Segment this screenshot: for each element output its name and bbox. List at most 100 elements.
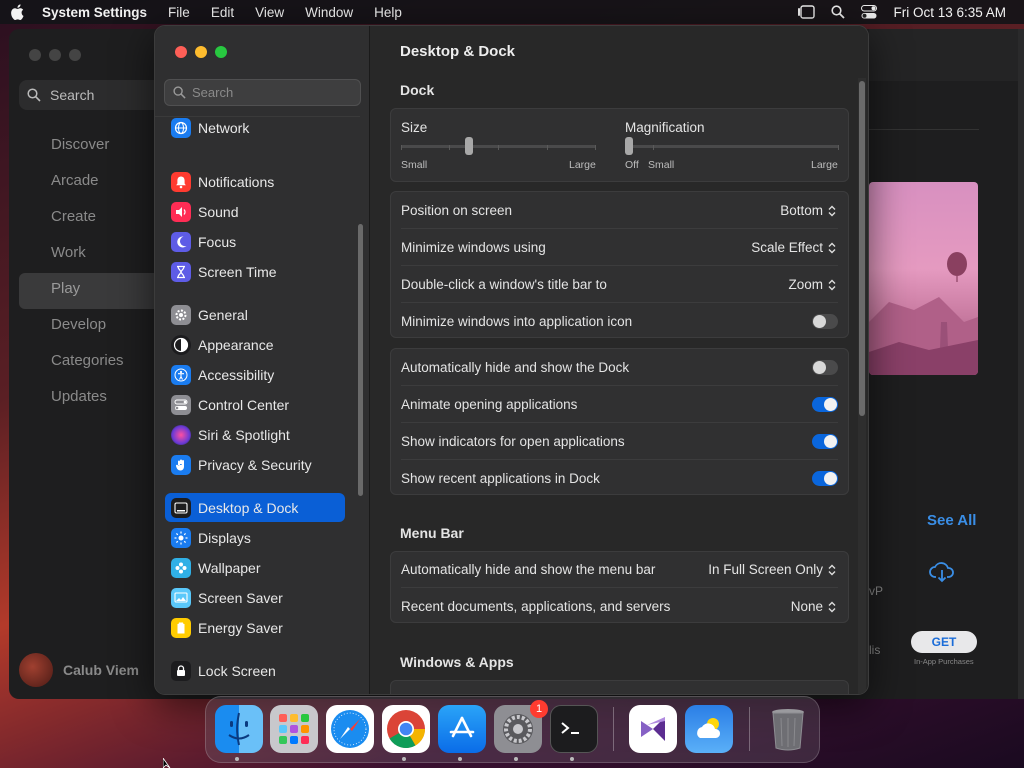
sidebar-item-siri-spotlight[interactable]: Siri & Spotlight (165, 420, 345, 449)
system-settings-icon[interactable]: 1 (494, 700, 548, 753)
control-center-icon[interactable] (861, 5, 878, 19)
content-scrollbar[interactable] (859, 81, 865, 416)
menu-view[interactable]: View (255, 5, 284, 20)
bell-icon (171, 171, 191, 192)
app-store-nav-develop[interactable]: Develop (19, 309, 169, 345)
sidebar-item-label: Displays (198, 529, 251, 546)
app-store-nav-discover[interactable]: Discover (19, 129, 169, 165)
running-indicator (402, 757, 406, 761)
sidebar-item-label: Lock Screen (198, 662, 276, 679)
sidebar-item-label: Privacy & Security (198, 456, 312, 473)
auto-hide-menu-bar-popup[interactable]: In Full Screen Only (708, 562, 836, 577)
trash-icon[interactable] (764, 705, 812, 753)
menu-file[interactable]: File (168, 5, 190, 20)
chrome-icon[interactable] (382, 705, 430, 753)
dock-toggles-group: Automatically hide and show the Dock Ani… (390, 348, 849, 495)
weather-icon[interactable] (685, 705, 733, 753)
menu-window[interactable]: Window (305, 5, 353, 20)
close-button[interactable] (175, 46, 187, 58)
sidebar-item-general[interactable]: General (165, 300, 345, 329)
sidebar-scrollbar[interactable] (358, 224, 363, 496)
sidebar-item-wallpaper[interactable]: Wallpaper (165, 553, 345, 582)
balloon-landscape-image (869, 252, 978, 375)
popup-value: Scale Effect (751, 240, 823, 255)
settings-content: Desktop & Dock Dock Size Small Large Mag… (370, 26, 868, 694)
notification-badge: 1 (530, 700, 548, 718)
sidebar-search-input[interactable] (192, 85, 352, 100)
sidebar-item-screen-time[interactable]: Screen Time (165, 257, 345, 286)
spotlight-search-icon[interactable] (831, 5, 846, 19)
chevron-up-down-icon (828, 205, 836, 216)
sidebar-item-network[interactable]: Network (165, 117, 345, 142)
animate-opening-toggle[interactable] (812, 397, 838, 412)
truncated-app-name: vP (869, 584, 884, 598)
sidebar-item-sound[interactable]: Sound (165, 197, 345, 226)
size-slider-thumb[interactable] (465, 137, 474, 155)
row-label: Animate opening applications (401, 397, 578, 412)
double-click-popup[interactable]: Zoom (788, 277, 836, 292)
menu-edit[interactable]: Edit (211, 5, 234, 20)
sidebar-item-desktop-dock[interactable]: Desktop & Dock (165, 493, 345, 522)
menu-bar-group: Automatically hide and show the menu bar… (390, 551, 849, 623)
cloud-download-icon[interactable] (929, 561, 955, 583)
zoom-button[interactable] (215, 46, 227, 58)
recent-documents-row: Recent documents, applications, and serv… (391, 588, 848, 625)
launchpad-icon[interactable] (270, 705, 318, 753)
app-store-icon[interactable] (438, 705, 486, 753)
recent-documents-popup[interactable]: None (791, 599, 836, 614)
safari-icon[interactable] (326, 705, 374, 753)
magnification-slider-track[interactable] (625, 145, 839, 148)
sidebar-item-appearance[interactable]: Appearance (165, 330, 345, 359)
get-button[interactable]: GET (911, 631, 977, 653)
system-settings-window: Network Notifications Sound Focus Screen… (154, 25, 869, 695)
visual-studio-icon[interactable] (629, 705, 677, 753)
terminal-icon[interactable] (550, 705, 598, 753)
show-indicators-toggle[interactable] (812, 434, 838, 449)
menu-app-name[interactable]: System Settings (42, 5, 147, 20)
app-store-account[interactable]: Calub Viem (19, 653, 139, 687)
show-recent-apps-toggle[interactable] (812, 471, 838, 486)
see-all-link[interactable]: See All (927, 512, 976, 529)
finder-icon[interactable] (215, 705, 263, 753)
app-store-nav-create[interactable]: Create (19, 201, 169, 237)
sidebar-item-control-center[interactable]: Control Center (165, 390, 345, 419)
position-popup[interactable]: Bottom (780, 203, 836, 218)
sidebar-item-notifications[interactable]: Notifications (165, 167, 345, 196)
app-store-nav-categories[interactable]: Categories (19, 345, 169, 381)
flower-icon (171, 557, 191, 578)
sidebar-item-lock-screen[interactable]: Lock Screen (165, 656, 345, 685)
show-recent-apps-row: Show recent applications in Dock (391, 460, 848, 497)
app-store-nav: Discover Arcade Create Work Play Develop… (19, 129, 169, 417)
sidebar-item-privacy-security[interactable]: Privacy & Security (165, 450, 345, 479)
app-store-nav-play[interactable]: Play (19, 273, 169, 309)
featured-artwork[interactable] (869, 182, 978, 375)
search-icon (173, 86, 186, 99)
menu-help[interactable]: Help (374, 5, 402, 20)
stage-manager-icon[interactable] (797, 5, 816, 19)
sidebar-item-screen-saver[interactable]: Screen Saver (165, 583, 345, 612)
sidebar-search[interactable] (164, 79, 361, 106)
traffic-lights (175, 46, 227, 58)
sidebar-item-label: Appearance (198, 336, 274, 353)
minimize-button[interactable] (195, 46, 207, 58)
magnification-slider-thumb[interactable] (625, 137, 633, 155)
position-on-screen-row: Position on screen Bottom (391, 192, 848, 229)
apple-logo-icon[interactable] (10, 4, 24, 20)
minimize-into-icon-toggle[interactable] (812, 314, 838, 329)
speaker-icon (171, 201, 191, 222)
menu-clock[interactable]: Fri Oct 13 6:35 AM (893, 5, 1006, 20)
section-menu-bar-heading: Menu Bar (400, 525, 464, 541)
siri-icon (171, 424, 191, 445)
chevron-up-down-icon (828, 564, 836, 575)
minimize-effect-popup[interactable]: Scale Effect (751, 240, 836, 255)
app-store-nav-updates[interactable]: Updates (19, 381, 169, 417)
app-store-nav-arcade[interactable]: Arcade (19, 165, 169, 201)
auto-hide-dock-toggle[interactable] (812, 360, 838, 375)
sidebar-item-focus[interactable]: Focus (165, 227, 345, 256)
app-store-nav-work[interactable]: Work (19, 237, 169, 273)
sidebar-list: Network Notifications Sound Focus Screen… (155, 116, 360, 694)
sidebar-item-accessibility[interactable]: Accessibility (165, 360, 345, 389)
sidebar-item-displays[interactable]: Displays (165, 523, 345, 552)
sidebar-item-energy-saver[interactable]: Energy Saver (165, 613, 345, 642)
app-store-search[interactable]: Search (19, 80, 169, 110)
